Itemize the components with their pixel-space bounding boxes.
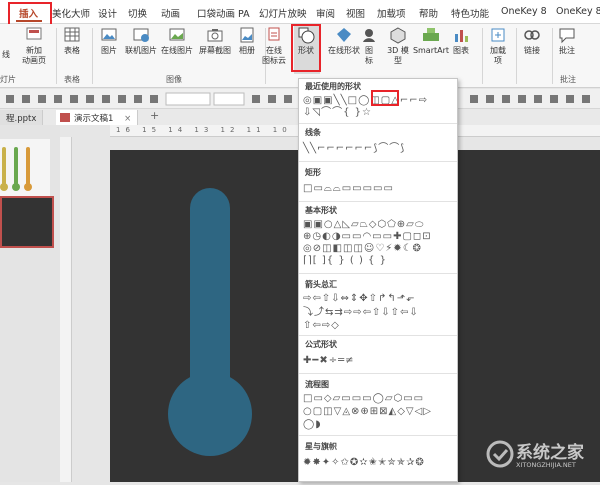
- new-animation-page-button[interactable]: 新加 动画页: [14, 26, 54, 66]
- comment-icon: [559, 28, 575, 44]
- icons-label-2: 标: [365, 56, 373, 65]
- link-button[interactable]: 链接: [512, 26, 552, 56]
- group-comments-label: 批注: [560, 75, 576, 84]
- equation-shapes-row-1[interactable]: ✚━✖÷═≠: [303, 355, 355, 366]
- slide-icon: [26, 27, 42, 40]
- watermark-text-cn: 系统之家: [516, 443, 584, 463]
- basic-shapes-row-1[interactable]: ▣▣○△◺▱⏢◇⬡⬠⊕▱⬭: [303, 219, 424, 230]
- tab-onekey-1[interactable]: OneKey 8: [501, 6, 547, 17]
- doc-tab-2[interactable]: 演示文稿1 ×: [56, 110, 139, 125]
- table-icon: [64, 27, 80, 42]
- slide-thumbnail-pane: [0, 125, 60, 482]
- section-block-arrows: 箭头总汇: [305, 280, 337, 289]
- pptx-icon: [60, 113, 70, 122]
- recent-shapes-row-1[interactable]: ◎▣▣╲╲□◯◫▢△⌐⌐⇨: [303, 95, 428, 106]
- flowchart-row-1[interactable]: □▭◇▱▭▭▭◯▱⬡▭▭: [303, 393, 424, 404]
- tab-design[interactable]: 设计: [98, 6, 117, 20]
- arrows-row-2[interactable]: ⤵⤴⇆⇉⇨⇨⇦⇧⇩⇧⇦⇩: [303, 307, 419, 318]
- tab-transitions[interactable]: 切换: [128, 6, 147, 20]
- vertical-ruler: [60, 137, 72, 482]
- new-slide-label: 线: [2, 50, 10, 59]
- online-picture-label: 联机图片: [125, 46, 157, 55]
- section-basic-shapes: 基本形状: [305, 206, 337, 215]
- add-tab-icon[interactable]: +: [150, 109, 159, 122]
- basic-shapes-row-2[interactable]: ⊕◷◐◑▭▭◠▭▭✚▢◻⊡: [303, 231, 432, 242]
- section-stars-banners: 星与旗帜: [305, 442, 337, 451]
- new-anim-label-2: 动画页: [22, 56, 46, 65]
- chart-button[interactable]: 图表: [441, 26, 481, 56]
- addins-icon: [491, 28, 505, 42]
- icons-label-1: 图: [365, 46, 373, 55]
- flowchart-row-2[interactable]: ○▢◫▽◬⊗⊕⊞⊠◭◇▽◁▷: [303, 406, 432, 417]
- rectangles-row-1[interactable]: □▭⌓⌓▭▭▭▭▭: [303, 183, 394, 194]
- arrows-row-3[interactable]: ⇧⇦⇨◇: [303, 320, 340, 331]
- 3d-label-1: 3D 模: [387, 46, 409, 55]
- picture-label: 图片: [101, 46, 117, 55]
- flowchart-row-3[interactable]: ◯◗: [303, 419, 321, 430]
- section-equation-shapes: 公式形状: [305, 340, 337, 349]
- basic-shapes-row-4[interactable]: ⌈⌉[ ]{ } ( ) { }: [303, 255, 387, 266]
- chart-icon: [455, 30, 468, 42]
- close-tab-icon[interactable]: ×: [124, 114, 131, 124]
- tab-pocket-animation[interactable]: 口袋动画 PA: [197, 6, 250, 20]
- link-icon: [524, 30, 540, 40]
- online-picture-icon: [133, 28, 149, 42]
- tab-addins[interactable]: 加载项: [377, 6, 406, 20]
- icon-cloud-label-2: 图标云: [262, 56, 286, 65]
- highlight-shapes-button: [291, 24, 321, 72]
- slide-thumbnail-1[interactable]: [0, 139, 50, 197]
- arrows-row-1[interactable]: ⇨⇦⇧⇩⇔⇕✥⇧↱↰⬏⬐: [303, 293, 416, 304]
- section-rectangles: 矩形: [305, 168, 321, 177]
- tab-view[interactable]: 视图: [346, 6, 365, 20]
- group-images-label: 图像: [166, 75, 182, 84]
- addins-label-2: 项: [494, 56, 502, 65]
- basic-shapes-row-3[interactable]: ◎⊘◫◧◫◫☺♡⚡✹☾❂: [303, 243, 422, 254]
- shapes-dropdown-menu: 最近使用的形状 ◎▣▣╲╲□◯◫▢△⌐⌐⇨ ⇩◹⌒⌒{ }☆ 线条 ╲╲⌐⌐⌐⌐…: [298, 78, 458, 482]
- camera-icon: [207, 29, 223, 42]
- smartart-icon: [423, 28, 439, 41]
- thermometer-thumbnail-icons: [0, 147, 32, 191]
- icon-cloud-label-1: 在线: [266, 46, 282, 55]
- web-picture-icon: [169, 28, 185, 41]
- cube-icon: [390, 27, 406, 44]
- picture-icon: [101, 28, 117, 41]
- web-picture-label: 在线图片: [161, 46, 193, 55]
- group-tables-label: 表格: [64, 75, 80, 84]
- ribbon-tab-bar: 插入 美化大师 设计 切换 动画 口袋动画 PA 幻灯片放映 审阅 视图 加载项…: [0, 0, 600, 24]
- highlight-rounded-rectangle-shape: [371, 90, 399, 106]
- section-flowchart: 流程图: [305, 380, 329, 389]
- group-slides-label: 灯片: [0, 75, 16, 84]
- album-label: 相册: [239, 46, 255, 55]
- table-label: 表格: [64, 46, 80, 55]
- watermark-logo: 系统之家 XITONGZHIJIA.NET: [484, 436, 596, 478]
- slide-thumbnail-2-selected[interactable]: [0, 196, 54, 248]
- icons-icon: [363, 29, 375, 42]
- addins-label-1: 加载: [490, 46, 506, 55]
- table-button[interactable]: 表格: [52, 26, 92, 56]
- tab-help[interactable]: 帮助: [419, 6, 438, 20]
- tab-onekey-2[interactable]: OneKey 8: [556, 6, 600, 17]
- icon-cloud-icon: [268, 27, 280, 41]
- doc-tab-1[interactable]: 程.pptx: [0, 110, 44, 125]
- doc-tab-2-label: 演示文稿1: [74, 114, 114, 124]
- tab-slideshow[interactable]: 幻灯片放映: [259, 6, 307, 20]
- comment-label: 批注: [559, 46, 575, 55]
- chart-label: 图表: [453, 46, 469, 55]
- section-lines: 线条: [305, 128, 321, 137]
- tab-beautify[interactable]: 美化大师: [52, 6, 90, 20]
- lines-row-1[interactable]: ╲╲⌐⌐⌐⌐⌐⌐⟆⌒⌒⟆: [303, 143, 405, 154]
- section-recent-shapes: 最近使用的形状: [305, 82, 361, 91]
- tab-features[interactable]: 特色功能: [451, 6, 489, 20]
- tab-animations[interactable]: 动画: [161, 6, 180, 20]
- 3d-label-2: 型: [394, 56, 402, 65]
- comment-button[interactable]: 批注: [547, 26, 587, 56]
- recent-shapes-row-2[interactable]: ⇩◹⌒⌒{ }☆: [303, 107, 372, 118]
- link-label: 链接: [524, 46, 540, 55]
- stars-row-1[interactable]: ✹✸✦✧✩✪✫✬✭✮✯✰❂: [303, 457, 425, 468]
- tab-review[interactable]: 审阅: [316, 6, 335, 20]
- watermark-text-en: XITONGZHIJIA.NET: [516, 461, 576, 469]
- new-anim-label-1: 新加: [26, 46, 42, 55]
- highlight-insert-tab: [8, 2, 52, 26]
